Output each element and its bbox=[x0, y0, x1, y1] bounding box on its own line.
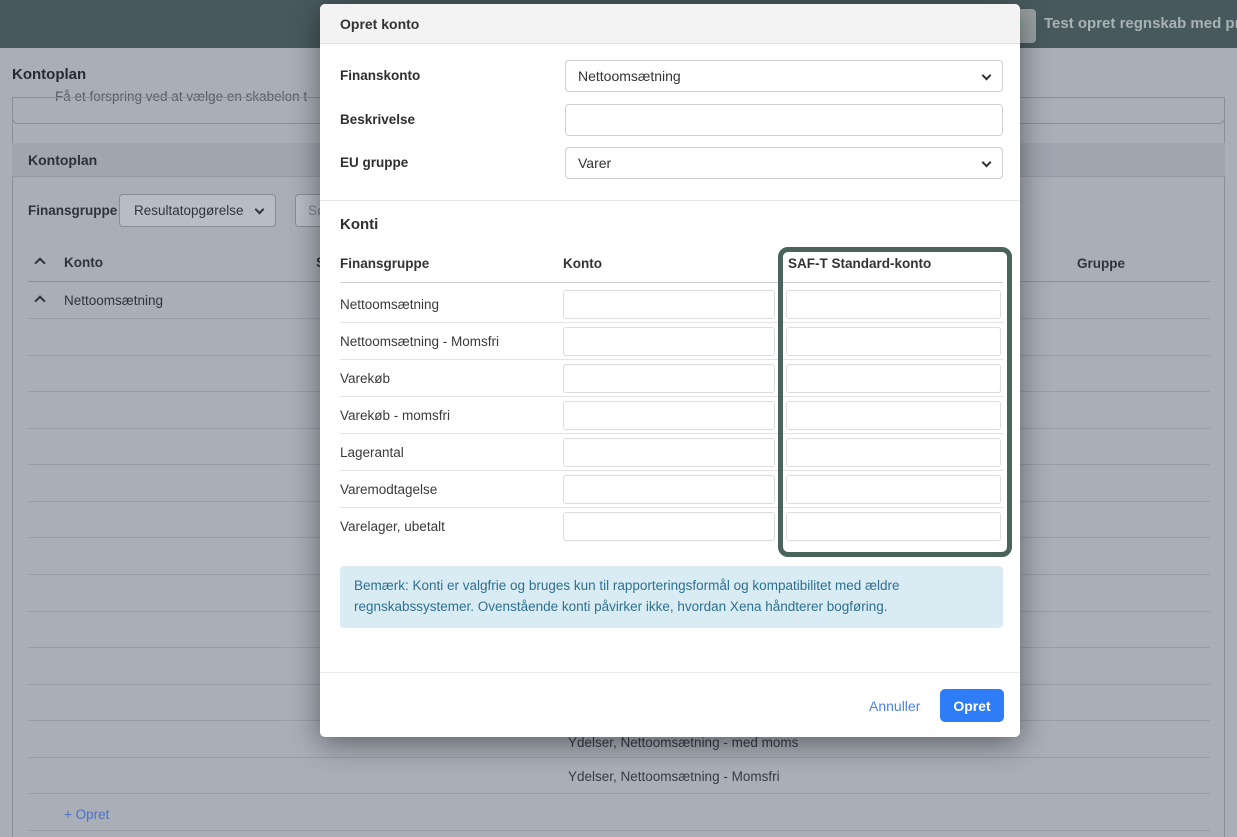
cancel-button[interactable]: Annuller bbox=[869, 698, 920, 714]
section-divider bbox=[320, 200, 1020, 201]
konti-row: Lagerantal bbox=[340, 434, 1003, 471]
konto-input[interactable] bbox=[563, 401, 775, 430]
modal-header bbox=[320, 4, 1020, 44]
konti-column-finansgruppe: Finansgruppe bbox=[340, 256, 429, 271]
konti-column-konto: Konto bbox=[563, 256, 602, 271]
column-header-konto[interactable]: Konto bbox=[64, 255, 103, 270]
row-divider bbox=[28, 830, 1210, 831]
row-divider bbox=[28, 793, 1210, 794]
konti-row-label: Varekøb bbox=[340, 360, 390, 397]
create-button[interactable]: Opret bbox=[940, 689, 1004, 722]
konti-section-heading: Konti bbox=[340, 216, 378, 233]
eu-gruppe-select[interactable]: Varer bbox=[565, 147, 1003, 179]
konto-input[interactable] bbox=[563, 475, 775, 504]
note-box: Bemærk: Konti er valgfrie og bruges kun … bbox=[340, 566, 1003, 628]
konti-row: Varekøb bbox=[340, 360, 1003, 397]
konto-input[interactable] bbox=[563, 512, 775, 541]
konti-row: Nettoomsætning - Momsfri bbox=[340, 323, 1003, 360]
saft-konto-input[interactable] bbox=[786, 401, 1001, 430]
group-row-nettoomsaetning[interactable]: Nettoomsætning bbox=[64, 293, 163, 308]
fiscal-name-label: Test opret regnskab med pr... bbox=[1044, 0, 1237, 48]
finanskonto-select-value: Nettoomsætning bbox=[578, 68, 681, 84]
konti-row-label: Varekøb - momsfri bbox=[340, 397, 450, 434]
beskrivelse-field-wrap bbox=[565, 104, 1003, 136]
finanskonto-select[interactable]: Nettoomsætning bbox=[565, 60, 1003, 92]
eu-gruppe-select-value: Varer bbox=[578, 155, 611, 171]
konti-row-label: Lagerantal bbox=[340, 434, 404, 471]
chevron-down-icon bbox=[255, 205, 265, 215]
app-screen: ↑ Test opret regnskab med pr... Kontopla… bbox=[0, 0, 1237, 837]
table-row[interactable]: Ydelser, Nettoomsætning - Momsfri bbox=[568, 769, 780, 784]
konto-input[interactable] bbox=[563, 327, 775, 356]
saft-konto-input[interactable] bbox=[786, 364, 1001, 393]
konto-input[interactable] bbox=[563, 290, 775, 319]
beskrivelse-input[interactable] bbox=[578, 105, 990, 135]
konto-input[interactable] bbox=[563, 364, 775, 393]
finanskonto-label: Finanskonto bbox=[340, 60, 420, 92]
saft-konto-input[interactable] bbox=[786, 327, 1001, 356]
konti-row: Varekøb - momsfri bbox=[340, 397, 1003, 434]
konti-header-divider bbox=[340, 282, 1003, 283]
finansgruppe-select[interactable]: Resultatopgørelse bbox=[119, 194, 276, 227]
create-account-link[interactable]: + Opret bbox=[64, 807, 109, 822]
konti-row-label: Nettoomsætning - Momsfri bbox=[340, 323, 499, 360]
finansgruppe-filter-label: Finansgruppe bbox=[28, 203, 117, 218]
opret-konto-modal: Opret konto Finanskonto Nettoomsætning B… bbox=[320, 4, 1020, 737]
saft-konto-input[interactable] bbox=[786, 290, 1001, 319]
saft-konto-input[interactable] bbox=[786, 475, 1001, 504]
konto-input[interactable] bbox=[563, 438, 775, 467]
konti-row: Nettoomsætning bbox=[340, 286, 1003, 323]
konti-row: Varelager, ubetalt bbox=[340, 508, 1003, 545]
finansgruppe-select-value: Resultatopgørelse bbox=[134, 203, 244, 218]
beskrivelse-label: Beskrivelse bbox=[340, 104, 415, 136]
modal-title: Opret konto bbox=[340, 16, 419, 32]
chevron-down-icon bbox=[982, 158, 992, 168]
chevron-down-icon bbox=[982, 71, 992, 81]
page-title: Kontoplan bbox=[12, 66, 86, 83]
search-input[interactable]: Søg bbox=[295, 194, 321, 227]
table-row[interactable]: Ydelser, Nettoomsætning - med moms bbox=[568, 735, 798, 750]
konti-row-label: Nettoomsætning bbox=[340, 286, 439, 323]
column-header-gruppe[interactable]: Gruppe bbox=[1077, 256, 1125, 271]
konti-row: Varemodtagelse bbox=[340, 471, 1003, 508]
kontoplan-panel-title: Kontoplan bbox=[28, 152, 97, 168]
row-divider bbox=[28, 757, 1210, 758]
saft-konto-input[interactable] bbox=[786, 512, 1001, 541]
konti-row-label: Varelager, ubetalt bbox=[340, 508, 445, 545]
konti-row-label: Varemodtagelse bbox=[340, 471, 437, 508]
konti-column-saft: SAF-T Standard-konto bbox=[788, 256, 931, 271]
eu-gruppe-label: EU gruppe bbox=[340, 147, 408, 179]
saft-konto-input[interactable] bbox=[786, 438, 1001, 467]
